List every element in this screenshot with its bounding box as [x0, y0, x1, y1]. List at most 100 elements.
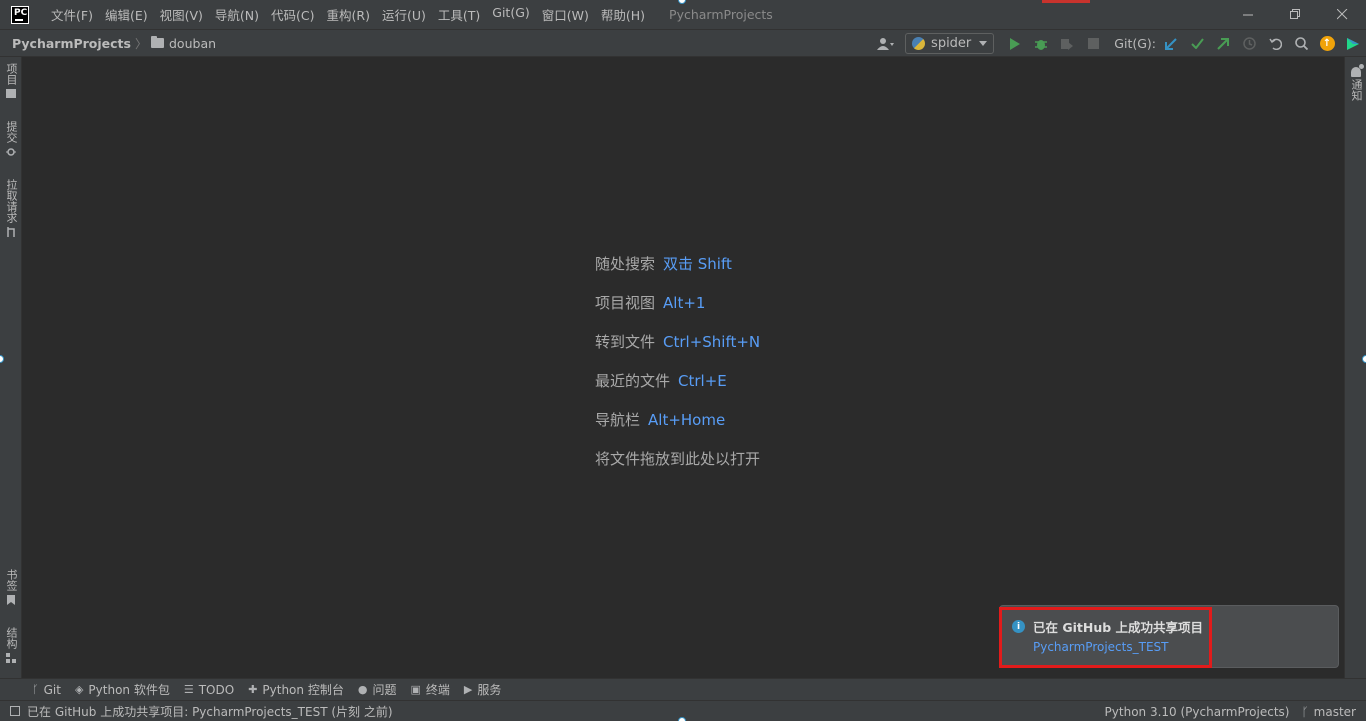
status-widgets: Python 3.10 (PycharmProjects) ᚴ master [1105, 701, 1356, 721]
run-button[interactable] [1002, 31, 1028, 57]
hint-label: 项目视图 [595, 294, 656, 312]
right-tool-strip: 通知 [1344, 57, 1366, 678]
tool-window-label: 问题 [372, 683, 397, 697]
tool-window-label: Git [43, 682, 61, 697]
chevron-down-icon [979, 41, 988, 46]
toggle-tool-windows-icon[interactable] [10, 706, 20, 716]
tab-structure-label: 结构 [5, 627, 18, 649]
tab-notifications[interactable]: 通知 [1345, 57, 1366, 105]
tab-notifications-label: 通知 [1350, 79, 1363, 101]
ide-update-button[interactable]: ↑ [1314, 31, 1340, 57]
run-configuration-select[interactable]: spider [905, 33, 995, 54]
branch-icon: ᚴ [1301, 704, 1309, 719]
restore-icon [1290, 9, 1300, 19]
tool-window-label: Python 控制台 [262, 683, 344, 697]
debug-button[interactable] [1028, 31, 1054, 57]
menu-run[interactable]: 运行(U) [376, 5, 432, 24]
arrow-up-right-icon [1217, 37, 1229, 50]
git-label: Git(G): [1114, 36, 1156, 51]
hint-project-view: 项目视图 Alt+1 [595, 292, 760, 331]
menu-file[interactable]: 文件(F) [45, 5, 99, 24]
menu-tools[interactable]: 工具(T) [432, 5, 486, 24]
tab-pull-requests-label: 拉取请求 [5, 179, 18, 223]
menu-help[interactable]: 帮助(H) [595, 5, 651, 24]
search-button[interactable] [1288, 31, 1314, 57]
hint-label: 最近的文件 [595, 372, 671, 390]
hint-shortcut: Ctrl+E [678, 372, 727, 390]
hint-drop-files: 将文件拖放到此处以打开 [595, 448, 760, 487]
status-message[interactable]: 已在 GitHub 上成功共享项目: PycharmProjects_TEST … [27, 703, 393, 720]
hint-shortcut: Alt+1 [663, 294, 706, 312]
debug-icon [1035, 39, 1048, 50]
git-update-button[interactable] [1158, 31, 1184, 57]
git-push-button[interactable] [1210, 31, 1236, 57]
highlight-marker [1042, 0, 1090, 3]
menu-code[interactable]: 代码(C) [265, 5, 320, 24]
run-with-coverage-button[interactable] [1054, 31, 1080, 57]
tab-pull-requests[interactable]: 拉取请求 [0, 179, 22, 237]
tool-window-todo[interactable]: ☰ TODO [184, 683, 234, 697]
tool-window-python-packages[interactable]: ◈ Python 软件包 [75, 681, 170, 698]
tab-commit-label: 提交 [5, 121, 18, 143]
menu-refactor[interactable]: 重构(R) [321, 5, 376, 24]
stop-button[interactable] [1080, 31, 1106, 57]
annotation-highlight-box [999, 607, 1212, 668]
search-icon [1294, 37, 1308, 50]
hint-recent-files: 最近的文件 Ctrl+E [595, 370, 760, 409]
tool-window-label: Python 软件包 [88, 683, 170, 697]
menu-view[interactable]: 视图(V) [154, 5, 209, 24]
code-with-me-button[interactable] [1340, 31, 1366, 57]
list-icon: ☰ [183, 683, 194, 696]
navigation-bar: PycharmProjects 〉 douban spider Git(G): [0, 29, 1366, 57]
tab-project[interactable]: 项目 [0, 63, 22, 98]
git-commit-button[interactable] [1184, 31, 1210, 57]
git-branch-widget[interactable]: master [1314, 705, 1356, 719]
tool-window-services[interactable]: ▶ 服务 [464, 681, 501, 698]
structure-icon [6, 653, 16, 663]
folder-icon [151, 36, 164, 48]
tool-window-python-console[interactable]: ✚ Python 控制台 [248, 681, 344, 698]
breadcrumb-project[interactable]: PycharmProjects [12, 36, 131, 51]
user-account-icon[interactable] [873, 31, 899, 57]
menu-git[interactable]: Git(G) [486, 5, 536, 24]
play-circle-icon: ▶ [463, 683, 473, 696]
window-controls [1225, 0, 1366, 29]
editor-area[interactable]: 随处搜索 双击 Shift 项目视图 Alt+1 转到文件 Ctrl+Shift+N … [22, 57, 1344, 678]
tab-commit[interactable]: 提交 [0, 121, 22, 157]
hint-navigation-bar: 导航栏 Alt+Home [595, 409, 760, 448]
tool-window-problems[interactable]: ● 问题 [358, 681, 397, 698]
bookmark-icon [7, 595, 15, 605]
title-bar: PC 文件(F) 编辑(E) 视图(V) 导航(N) 代码(C) 重构(R) 运… [0, 0, 1366, 29]
restore-button[interactable] [1272, 0, 1319, 29]
tool-window-label: TODO [198, 682, 235, 697]
stop-icon [1087, 38, 1099, 49]
layers-icon: ◈ [74, 683, 84, 696]
git-history-button[interactable] [1236, 31, 1262, 57]
undo-icon [1268, 38, 1282, 50]
tool-window-git[interactable]: ᚴ Git [32, 683, 61, 697]
tab-bookmarks[interactable]: 书签 [0, 569, 22, 605]
hint-label: 将文件拖放到此处以打开 [595, 450, 761, 468]
window-title: PycharmProjects [669, 7, 773, 22]
menu-edit[interactable]: 编辑(E) [99, 5, 154, 24]
breadcrumb-folder[interactable]: douban [169, 36, 216, 51]
bell-icon [1351, 64, 1364, 77]
breadcrumb-separator-icon: 〉 [134, 36, 147, 51]
empty-editor-hints: 随处搜索 双击 Shift 项目视图 Alt+1 转到文件 Ctrl+Shift+N … [595, 253, 760, 487]
resize-handle-bottom [678, 717, 686, 721]
python-console-icon: ✚ [248, 683, 258, 696]
menu-navigate[interactable]: 导航(N) [209, 5, 265, 24]
tab-structure[interactable]: 结构 [0, 627, 22, 663]
tool-window-terminal[interactable]: ▣ 终端 [410, 681, 449, 698]
warning-icon: ● [357, 683, 368, 696]
pull-request-icon [7, 227, 15, 237]
branch-icon: ᚴ [32, 683, 39, 696]
run-configuration-label: spider [931, 36, 972, 51]
minimize-button[interactable] [1225, 0, 1272, 29]
coverage-icon [1061, 38, 1074, 50]
menu-window[interactable]: 窗口(W) [536, 5, 595, 24]
close-button[interactable] [1319, 0, 1366, 29]
git-rollback-button[interactable] [1262, 31, 1288, 57]
python-interpreter-widget[interactable]: Python 3.10 (PycharmProjects) [1105, 705, 1290, 719]
code-with-me-icon [1347, 37, 1359, 50]
